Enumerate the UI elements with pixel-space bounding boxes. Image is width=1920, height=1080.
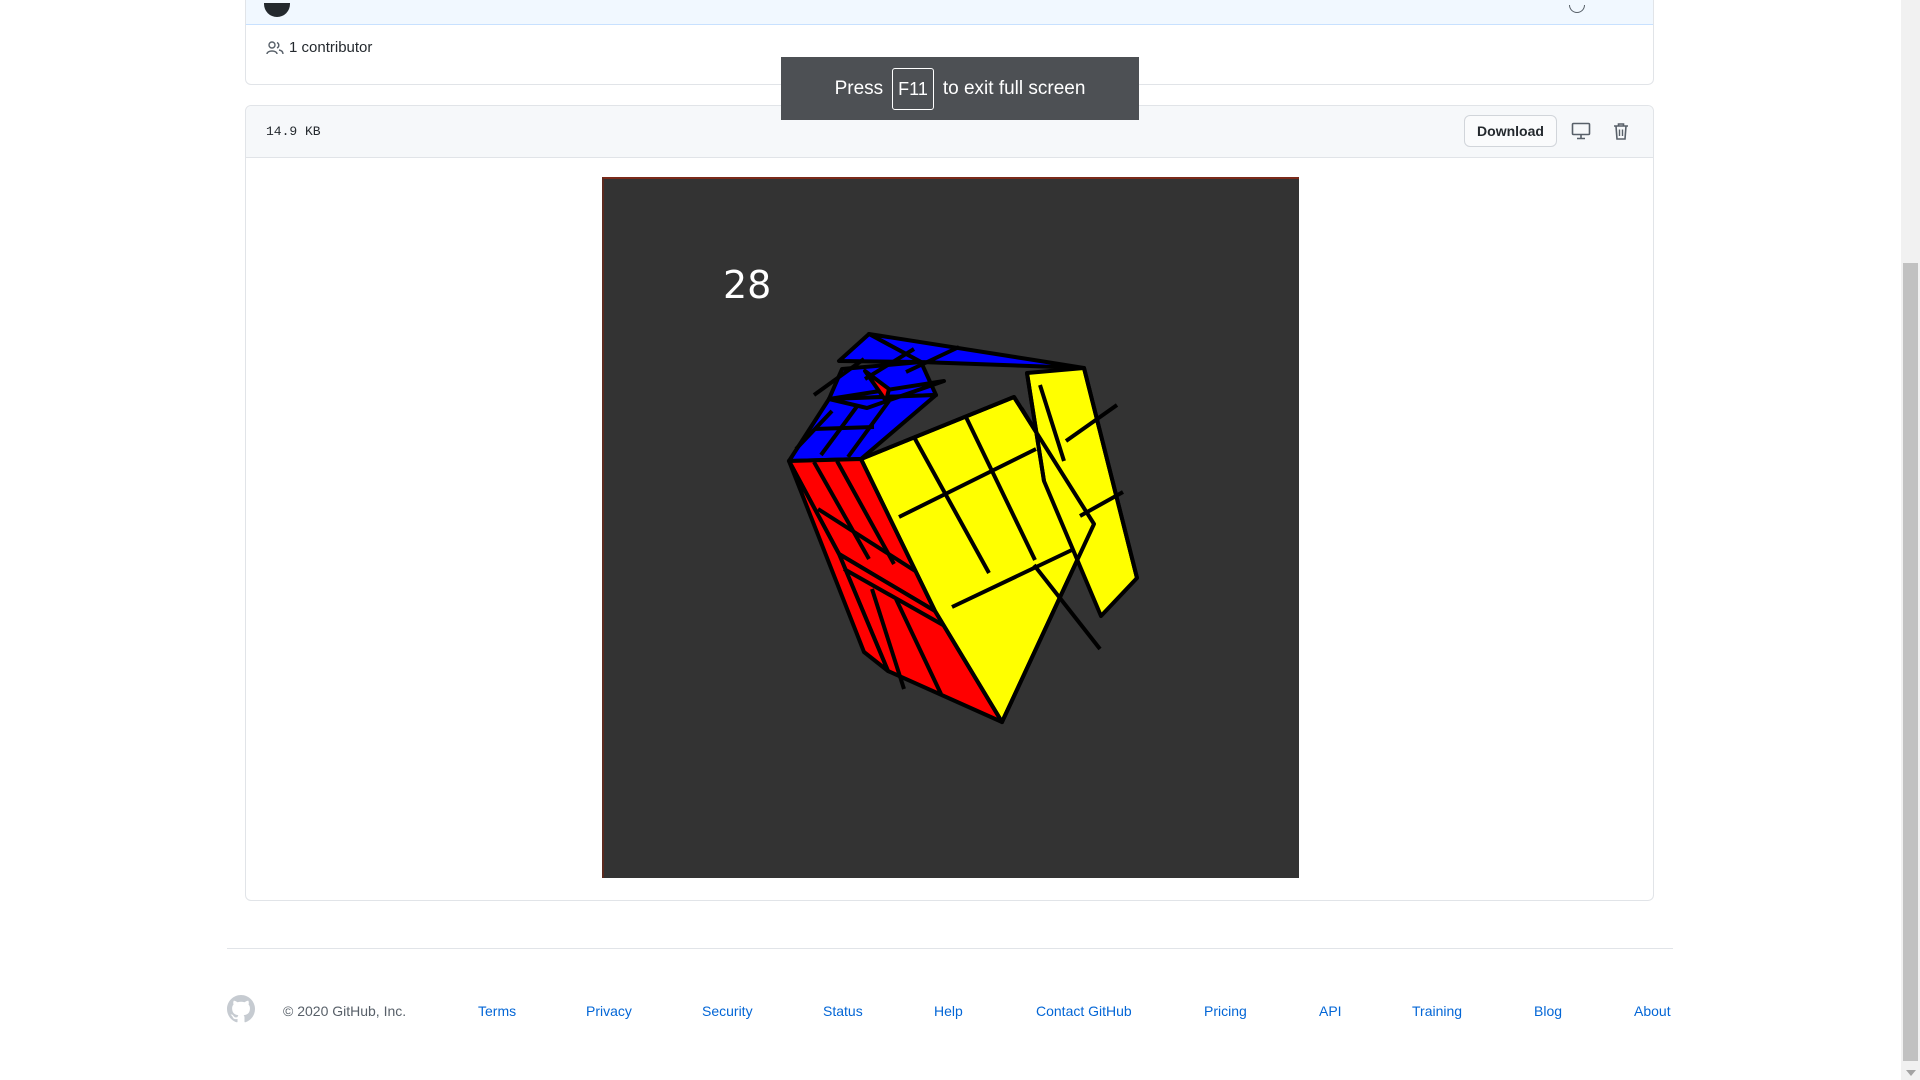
footer-link-blog[interactable]: Blog [1534,1003,1562,1019]
scroll-down-arrow-icon[interactable] [1906,1070,1916,1076]
footer-link-help[interactable]: Help [934,1003,963,1019]
footer-link-privacy[interactable]: Privacy [586,1003,632,1019]
history-icon[interactable] [1569,5,1585,13]
page: 1 contributor 14.9 KB Download 28 Press … [0,0,1920,1080]
download-button[interactable]: Download [1464,115,1557,147]
github-logo-icon[interactable] [227,995,255,1023]
footer-link-terms[interactable]: Terms [478,1003,516,1019]
fullscreen-notice-suffix: to exit full screen [942,77,1086,99]
footer-link-training[interactable]: Training [1412,1003,1462,1019]
open-in-desktop-button[interactable] [1570,120,1592,142]
image-preview: 28 [602,177,1299,878]
contributors-link[interactable]: 1 contributor [266,39,372,56]
file-size: 14.9 KB [266,124,321,139]
copyright: © 2020 GitHub, Inc. [283,1003,407,1019]
footer-link-status[interactable]: Status [823,1003,863,1019]
latest-commit-bar [246,0,1653,25]
delete-file-button[interactable] [1610,120,1632,142]
footer: © 2020 GitHub, Inc. Terms Privacy Securi… [227,995,1673,1025]
footer-divider [227,948,1673,949]
fullscreen-notice: Press F11 to exit full screen [781,57,1139,120]
file-box: 14.9 KB Download 28 [245,105,1654,901]
people-icon [266,40,284,54]
fullscreen-key: F11 [892,67,934,110]
rubiks-cube-image [787,332,1139,724]
footer-link-pricing[interactable]: Pricing [1204,1003,1247,1019]
footer-link-contact-github[interactable]: Contact GitHub [1036,1003,1132,1019]
contributors-label: 1 contributor [289,39,373,56]
desktop-icon [1571,122,1591,140]
footer-link-security[interactable]: Security [702,1003,753,1019]
footer-link-about[interactable]: About [1634,1003,1671,1019]
vertical-scrollbar[interactable] [1901,0,1920,1080]
scrollbar-thumb[interactable] [1903,263,1918,1061]
trash-icon [1614,122,1628,140]
avatar[interactable] [264,3,290,17]
fullscreen-notice-prefix: Press [834,77,884,99]
footer-link-api[interactable]: API [1319,1003,1342,1019]
